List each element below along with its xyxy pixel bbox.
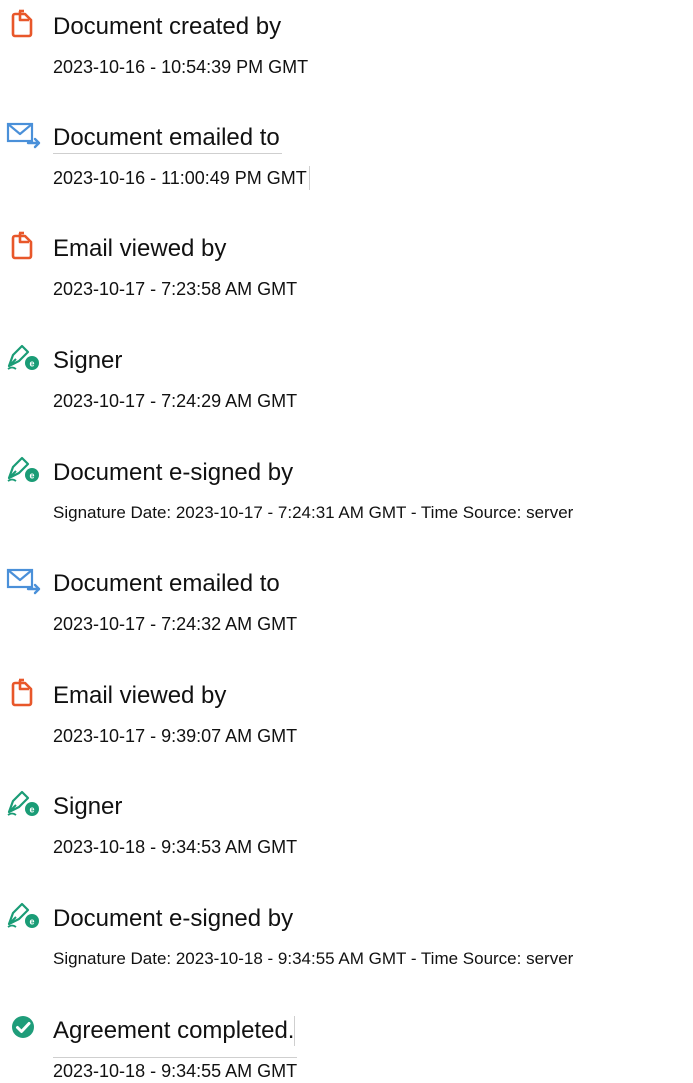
event-timestamp: 2023-10-18 - 9:34:53 AM GMT	[53, 837, 298, 857]
event-title: Email viewed by	[53, 235, 227, 262]
event-title: Document emailed to	[53, 570, 280, 597]
signer-pen-icon: e	[6, 454, 42, 484]
audit-event: Document emailed to 2023-10-16 - 11:00:4…	[0, 111, 693, 211]
audit-event: Agreement completed. 2023-10-18 - 9:34:5…	[0, 1004, 693, 1082]
audit-trail-page: { "colors": { "document_orange": "#e8572…	[0, 0, 693, 1082]
document-icon	[6, 677, 42, 707]
audit-event: Document emailed to 2023-10-17 - 7:24:32…	[0, 557, 693, 657]
signer-pen-icon: e	[6, 788, 42, 818]
document-icon	[6, 8, 42, 38]
email-sent-icon	[6, 565, 42, 595]
event-title: Email viewed by	[53, 682, 227, 709]
audit-event: e Signer 2023-10-17 - 7:24:29 AM GMT	[0, 334, 693, 434]
svg-text:e: e	[29, 359, 34, 369]
signer-pen-icon: e	[6, 900, 42, 930]
audit-event: e Document e-signed by Signature Date: 2…	[0, 892, 693, 992]
event-title: Document emailed to	[53, 123, 282, 154]
audit-event: Email viewed by 2023-10-17 - 7:23:58 AM …	[0, 222, 693, 322]
document-icon	[6, 230, 42, 260]
audit-event: e Document e-signed by Signature Date: 2…	[0, 446, 693, 546]
audit-event: Email viewed by 2023-10-17 - 9:39:07 AM …	[0, 669, 693, 769]
svg-text:e: e	[29, 471, 34, 481]
email-sent-icon	[6, 119, 42, 149]
svg-text:e: e	[29, 917, 34, 927]
event-title: Signer	[53, 793, 123, 820]
event-signature-date: Signature Date: 2023-10-18 - 9:34:55 AM …	[53, 949, 574, 968]
audit-event: Document created by 2023-10-16 - 10:54:3…	[0, 0, 693, 100]
svg-text:e: e	[29, 805, 34, 815]
event-signature-date: Signature Date: 2023-10-17 - 7:24:31 AM …	[53, 503, 574, 522]
audit-event: e Signer 2023-10-18 - 9:34:53 AM GMT	[0, 780, 693, 880]
event-timestamp: 2023-10-16 - 11:00:49 PM GMT	[53, 166, 310, 190]
event-timestamp: 2023-10-17 - 7:24:29 AM GMT	[53, 391, 298, 411]
event-title: Document e-signed by	[53, 905, 294, 932]
event-title: Document e-signed by	[53, 459, 294, 486]
event-title: Signer	[53, 347, 123, 374]
check-circle-icon	[6, 1012, 42, 1042]
event-title: Document created by	[53, 13, 282, 40]
event-title: Agreement completed.	[53, 1016, 296, 1046]
event-timestamp: 2023-10-16 - 10:54:39 PM GMT	[53, 57, 309, 77]
signer-pen-icon: e	[6, 342, 42, 372]
event-timestamp: 2023-10-18 - 9:34:55 AM GMT	[53, 1057, 298, 1083]
event-timestamp: 2023-10-17 - 7:23:58 AM GMT	[53, 279, 298, 299]
event-timestamp: 2023-10-17 - 7:24:32 AM GMT	[53, 614, 298, 634]
event-timestamp: 2023-10-17 - 9:39:07 AM GMT	[53, 726, 298, 746]
